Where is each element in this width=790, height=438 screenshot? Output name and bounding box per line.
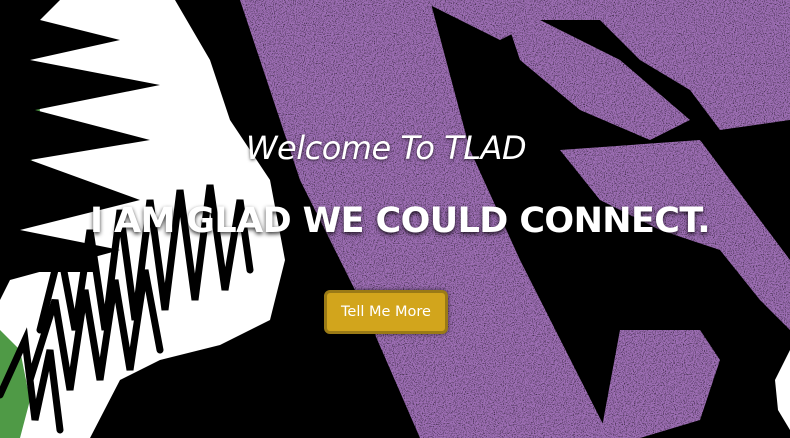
welcome-heading: Welcome To TLAD <box>245 129 527 167</box>
hero-headline: I AM GLAD WE COULD CONNECT. <box>89 201 711 241</box>
hero-content: Welcome To TLAD I AM GLAD WE COULD CONNE… <box>0 0 790 438</box>
tell-me-more-button[interactable]: Tell Me More <box>324 290 448 334</box>
hero-section: Welcome To TLAD I AM GLAD WE COULD CONNE… <box>0 0 790 438</box>
